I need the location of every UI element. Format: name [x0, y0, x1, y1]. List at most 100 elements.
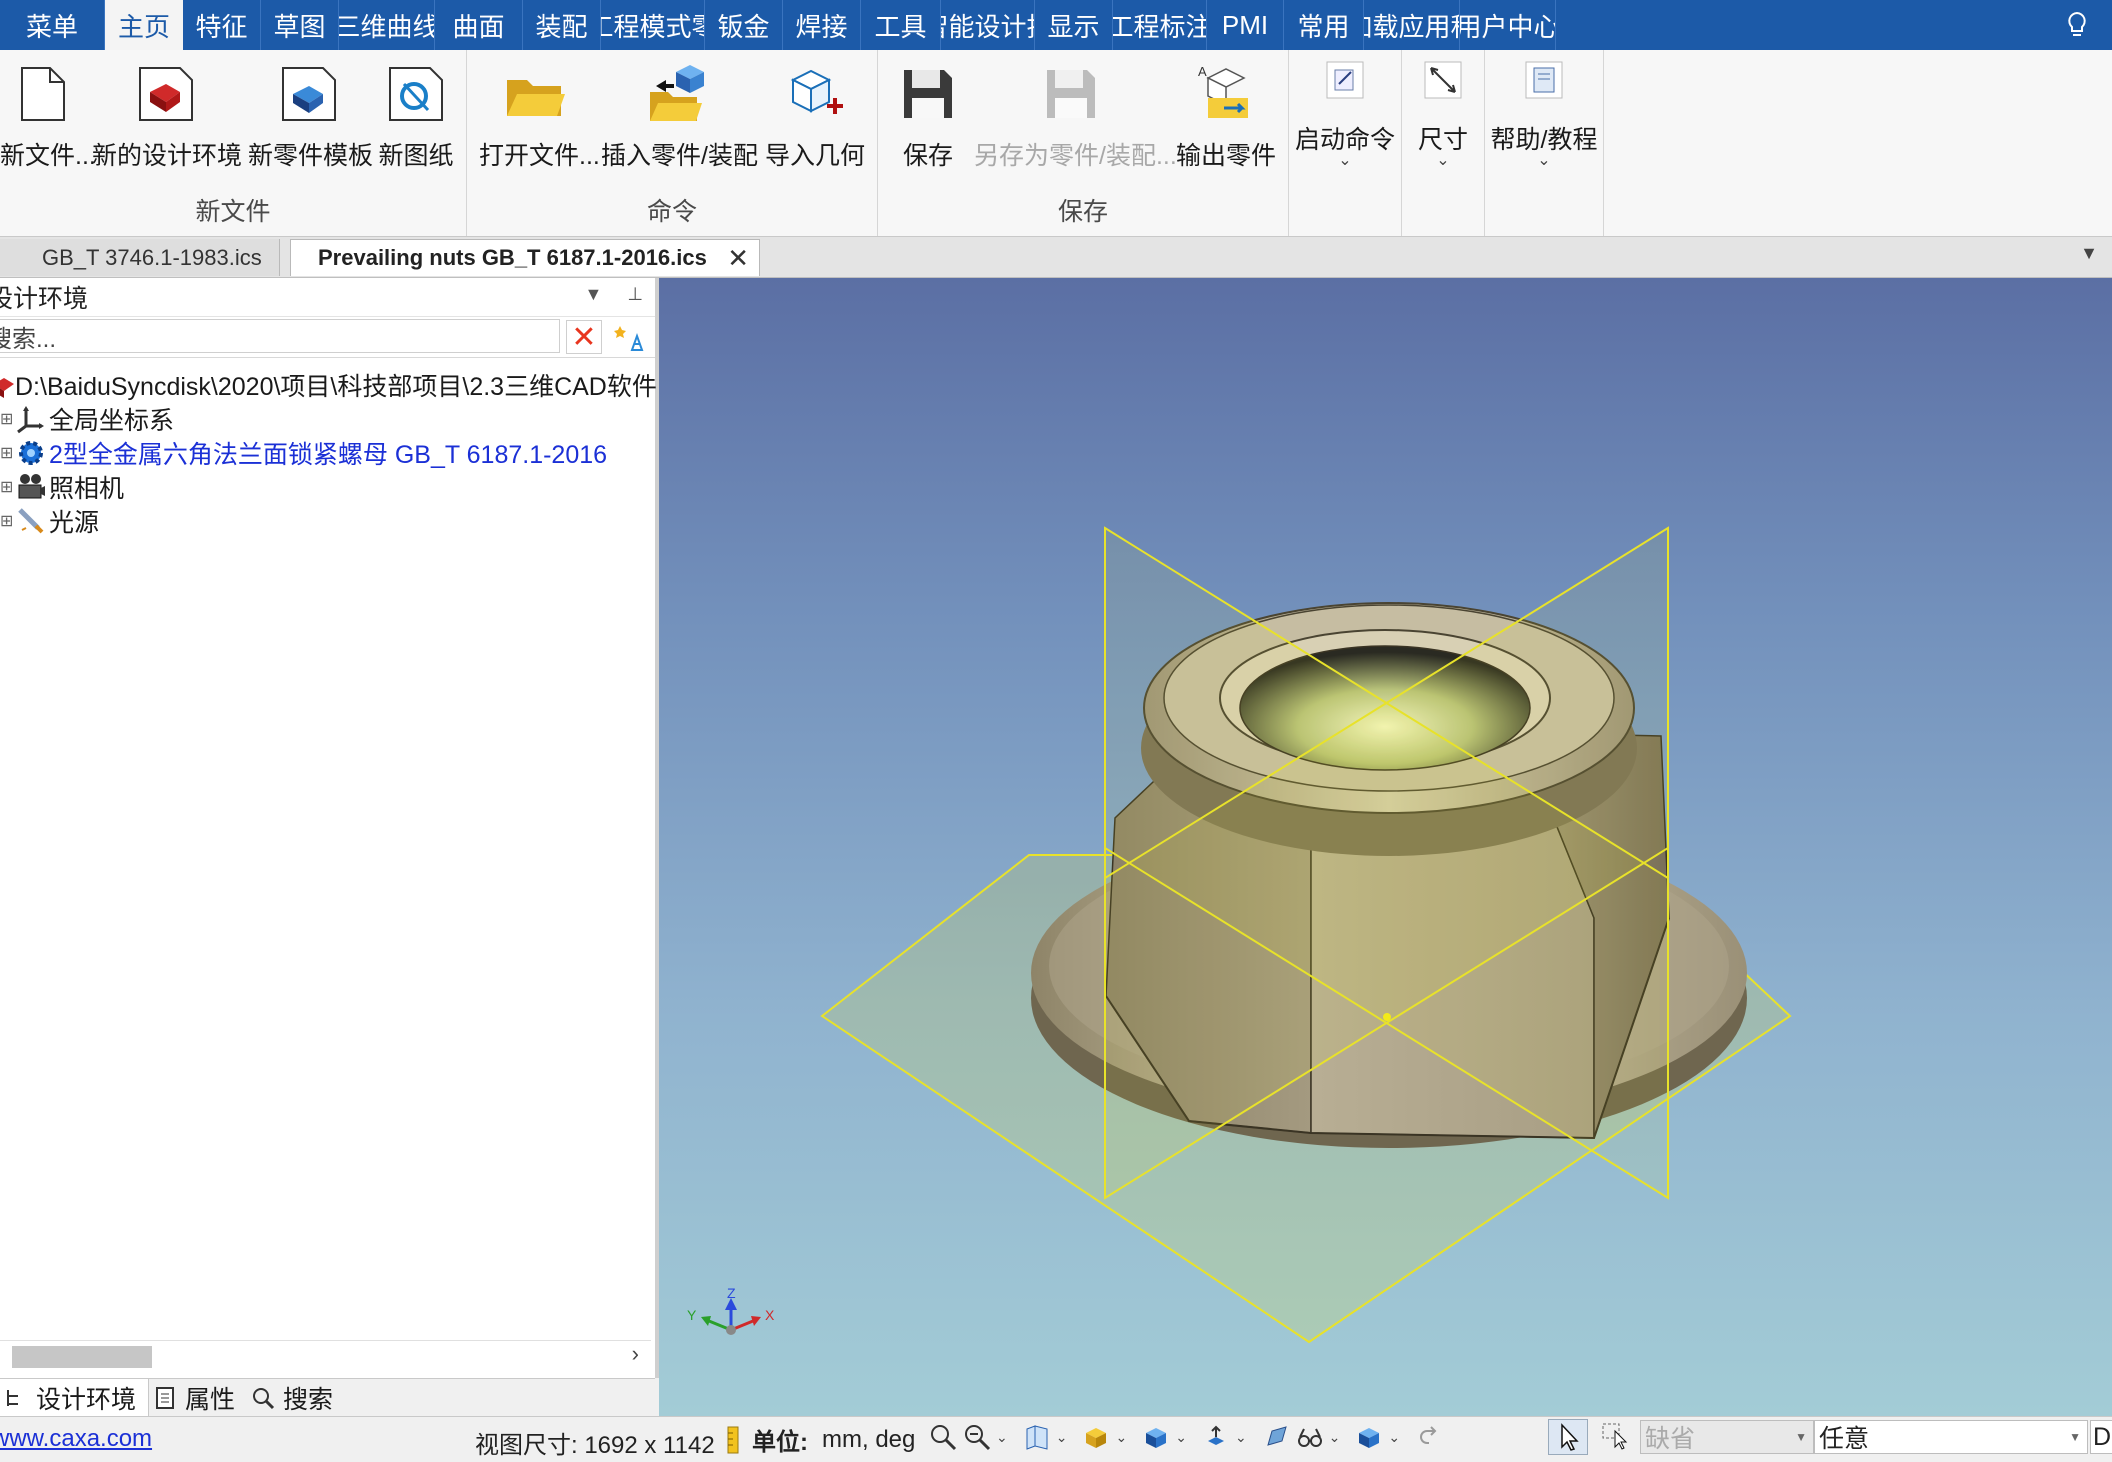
trailing-field[interactable]: De: [2090, 1420, 2112, 1454]
tree-search-input[interactable]: 搜索...: [0, 319, 560, 353]
menu-tab-welding[interactable]: 焊接: [783, 0, 861, 50]
part-gear-icon: [16, 438, 46, 468]
menu-tab-3d-curve[interactable]: 三维曲线: [339, 0, 435, 50]
render-mode-icon[interactable]: [1081, 1421, 1111, 1453]
search-icon: [251, 1386, 275, 1410]
save-as-part-button[interactable]: 另存为零件/装配...: [974, 56, 1177, 176]
close-icon[interactable]: ✕: [727, 243, 749, 274]
new-design-env-button[interactable]: 新的设计环境: [92, 56, 242, 176]
doc-tab-prevailing-nuts[interactable]: Prevailing nuts GB_T 6187.1-2016.ics ✕: [290, 239, 760, 276]
tree-item-light-source[interactable]: ⊞ 光源: [0, 504, 99, 538]
new-part-template-button[interactable]: 新零件模板: [248, 56, 373, 176]
menu-tab-menu[interactable]: 菜单: [0, 0, 105, 50]
menu-tab-sketch[interactable]: 草图: [261, 0, 339, 50]
design-env-icon: [134, 62, 198, 126]
menu-tab-load-app[interactable]: 加载应用程: [1364, 0, 1460, 50]
chevron-down-icon[interactable]: ⌄: [1175, 1429, 1187, 1446]
scroll-right-icon[interactable]: ›: [632, 1341, 639, 1367]
panel-menu-chevron-icon[interactable]: ▼: [584, 284, 602, 304]
chevron-down-icon[interactable]: ⌄: [1235, 1429, 1247, 1446]
menu-tab-tools[interactable]: 工具: [861, 0, 941, 50]
save-disk-icon: [896, 62, 960, 126]
tab-list-dropdown-icon[interactable]: ▼: [2080, 243, 2098, 264]
filter-any-select[interactable]: 任意 ▼: [1814, 1420, 2088, 1454]
launch-command-button[interactable]: 启动命令 ⌄: [1289, 56, 1401, 176]
menu-tab-display[interactable]: 显示: [1035, 0, 1113, 50]
pin-icon[interactable]: ⊥: [627, 284, 643, 304]
expand-icon[interactable]: ⊞: [0, 477, 13, 497]
axis-label-y: Y: [687, 1307, 697, 1323]
select-box-icon[interactable]: [1600, 1421, 1634, 1453]
horizontal-scrollbar[interactable]: ›: [0, 1340, 651, 1371]
select-value: 任意: [1819, 1425, 1870, 1453]
menu-tab-pmi[interactable]: PMI: [1207, 0, 1284, 50]
import-geometry-icon: [783, 62, 847, 126]
undo-arrow-icon[interactable]: [1414, 1421, 1444, 1453]
website-link[interactable]: www.caxa.com: [0, 1425, 152, 1453]
expand-icon[interactable]: ⊞: [0, 511, 13, 531]
zoom-all-icon[interactable]: [928, 1421, 958, 1453]
menu-tab-feature[interactable]: 特征: [183, 0, 261, 50]
axis-label-x: X: [765, 1307, 775, 1323]
glasses-icon[interactable]: [1295, 1421, 1325, 1453]
new-file-button[interactable]: 新文件...: [0, 56, 96, 176]
menu-tab-engineering-mode[interactable]: 工程模式零: [601, 0, 705, 50]
import-geometry-button[interactable]: 导入几何: [763, 56, 867, 176]
select-pointer-button[interactable]: [1548, 1419, 1588, 1455]
tab-properties[interactable]: 属性: [149, 1379, 247, 1417]
menu-tab-assembly[interactable]: 装配: [523, 0, 601, 50]
3d-viewport[interactable]: Z X Y: [659, 278, 2112, 1416]
menu-tab-surface[interactable]: 曲面: [435, 0, 523, 50]
export-part-button[interactable]: A 输出零件: [1174, 56, 1278, 176]
tree-item-camera[interactable]: ⊞ 照相机: [0, 470, 124, 504]
menu-bar: 菜单 主页 特征 草图 三维曲线 曲面 装配 工程模式零 钣金 焊接 工具 智能…: [0, 0, 2112, 50]
cut-plane-icon[interactable]: [1261, 1421, 1291, 1453]
panel-title: 设计环境: [0, 285, 89, 313]
tree-item-label: 光源: [49, 509, 100, 537]
filter-icon[interactable]: [612, 320, 648, 354]
menu-tab-smart-design[interactable]: 智能设计批: [941, 0, 1035, 50]
menu-tab-sheet-metal[interactable]: 钣金: [705, 0, 783, 50]
scrollbar-thumb[interactable]: [12, 1346, 152, 1368]
clear-search-icon[interactable]: ✕: [566, 320, 602, 354]
new-drawing-button[interactable]: 新图纸: [376, 56, 456, 176]
origin-point[interactable]: [1383, 1013, 1391, 1021]
open-file-button[interactable]: 打开文件...: [479, 56, 600, 176]
chevron-down-icon[interactable]: ⌄: [1388, 1429, 1400, 1446]
tree-item-global-coordinates[interactable]: ⊞ 全局坐标系: [0, 402, 174, 436]
display-cube-icon[interactable]: [1354, 1421, 1384, 1453]
tree-item-nut-part[interactable]: ⊞ 2型全金属六角法兰面锁紧螺母 GB_T 6187.1-2016: [0, 436, 607, 470]
insert-part-button[interactable]: 插入零件/装配: [601, 56, 758, 176]
lightbulb-icon[interactable]: [2042, 0, 2112, 50]
solid-view-icon[interactable]: [1141, 1421, 1171, 1453]
expand-icon[interactable]: ⊞: [0, 443, 13, 463]
help-tutorial-button[interactable]: 帮助/教程 ⌄: [1485, 56, 1603, 176]
tab-label: 设计环境: [36, 1386, 137, 1414]
part-template-icon: [277, 62, 341, 126]
doc-tab-gb-t-3746[interactable]: GB_T 3746.1-1983.ics: [0, 239, 280, 276]
view-orient-icon[interactable]: [1022, 1421, 1052, 1453]
ribbon-group-dimension: 尺寸 ⌄: [1402, 50, 1485, 236]
chevron-down-icon[interactable]: ⌄: [1056, 1429, 1068, 1446]
zoom-icon[interactable]: [962, 1421, 992, 1453]
ribbon-group-command: 打开文件... 插入零件/装配 导入几何 命令: [467, 50, 878, 236]
menu-tab-user-center[interactable]: 用户中心: [1460, 0, 1556, 50]
menu-tab-engineering-annotation[interactable]: 工程标注: [1113, 0, 1207, 50]
save-button[interactable]: 保存: [896, 56, 960, 176]
filter-default-select[interactable]: 缺省 ▼: [1640, 1420, 1814, 1454]
chevron-down-icon[interactable]: ⌄: [1329, 1429, 1341, 1446]
expand-icon[interactable]: ⊞: [0, 409, 13, 429]
ribbon-group-new-file: 新文件... 新的设计环境 新零件模板 新图纸 新文件: [0, 50, 467, 236]
status-bar: www.caxa.com 视图尺寸: 1692 x 1142 单位: mm, d…: [0, 1416, 2112, 1459]
tree-item-design-env[interactable]: D:\BaiduSyncdisk\2020\项目\科技部项目\2.3三维CAD软…: [0, 368, 657, 402]
menu-tab-home[interactable]: 主页: [105, 0, 183, 50]
chevron-down-icon[interactable]: ⌄: [1115, 1429, 1127, 1446]
dimension-button[interactable]: 尺寸 ⌄: [1402, 56, 1484, 176]
nut-model-render[interactable]: Z X Y: [659, 278, 2112, 1416]
menu-tab-common[interactable]: 常用: [1284, 0, 1364, 50]
chevron-down-icon[interactable]: ⌄: [996, 1429, 1008, 1446]
tab-search[interactable]: 搜索: [247, 1379, 345, 1417]
section-view-icon[interactable]: [1201, 1421, 1231, 1453]
tab-design-environment[interactable]: 设计环境: [0, 1379, 150, 1417]
launch-command-icon: [1323, 58, 1367, 102]
